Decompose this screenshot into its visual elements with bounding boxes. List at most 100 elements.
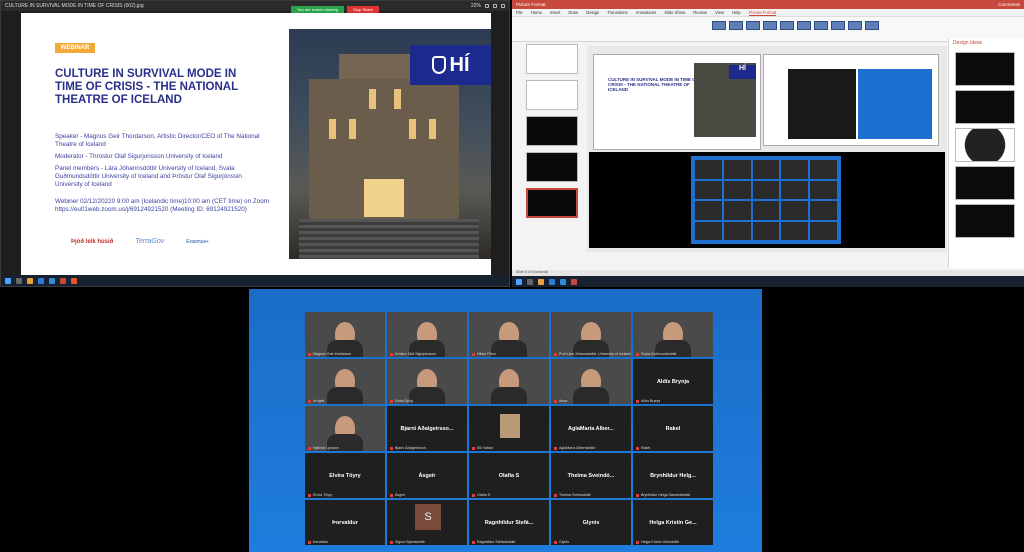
maximize-icon[interactable] [493, 4, 497, 8]
participant-tile[interactable]: Edda Björg [387, 359, 467, 404]
participant-tile[interactable]: Hjálmar Ljósson [305, 406, 385, 451]
participant-name-tag: Thelma Sveinsdóttir [554, 493, 591, 497]
ribbon-tab[interactable]: Animations [636, 10, 657, 15]
poster-webinar-info: Webiner 02/12/20220 9:00 am (Icelandic t… [55, 198, 269, 213]
folder-icon[interactable] [538, 278, 544, 285]
design-idea[interactable] [955, 90, 1015, 124]
participant-name-tag: Hjálmar Ljósson [308, 446, 339, 450]
slide-thumb[interactable] [526, 44, 578, 74]
participant-tile[interactable]: Ásgeir Ásgeir [387, 453, 467, 498]
pasted-zoom-screenshot[interactable] [589, 152, 945, 248]
ribbon-tab[interactable]: Draw [568, 10, 578, 15]
participant-display-name: Rakel [665, 425, 681, 432]
ribbon-tabs: File Home Insert Draw Design Transitions Anima… [512, 9, 1024, 17]
participant-tile[interactable]: Þröstur Olaf Sigurjónsson [387, 312, 467, 357]
start-icon[interactable] [5, 277, 11, 284]
poster-headline: CULTURE IN SURVIVAL MODE IN TIME OF CRIS… [55, 68, 238, 106]
comments-button[interactable]: Comments [998, 2, 1020, 7]
participant-tile[interactable]: Anna [551, 359, 631, 404]
participant-display-name: Bjarni Aðalgeirsso... [400, 425, 454, 432]
ribbon-tab[interactable]: Review [693, 10, 707, 15]
zoom-icon[interactable] [49, 277, 55, 284]
participant-tile[interactable]: AglaMaría Alber... AglaMaría Albertsdótti… [551, 406, 631, 451]
avatar: S [415, 504, 441, 530]
zoom-level[interactable]: 22% [471, 3, 481, 9]
slide-canvas[interactable]: CULTURE IN SURVIVAL MODE IN TIME OF CRIS… [587, 46, 947, 252]
webinar-badge: WEBINAR [55, 43, 95, 53]
edge-icon[interactable] [38, 277, 44, 284]
pasted-screenshot[interactable] [763, 54, 939, 146]
participant-display-name: Ragnhildur Stefá... [484, 519, 534, 526]
ribbon-tab[interactable]: View [715, 10, 724, 15]
ribbon-tab[interactable]: Insert [550, 10, 560, 15]
slide-thumb[interactable] [526, 152, 578, 182]
slide-thumb[interactable] [526, 116, 578, 146]
slide-thumb-selected[interactable] [526, 188, 578, 218]
slide-thumb[interactable] [526, 80, 578, 110]
picture-styles-gallery[interactable] [712, 21, 879, 30]
participant-tile[interactable]: Þorvaldur Þorvaldur [305, 500, 385, 545]
ribbon-tab[interactable]: Transitions [607, 10, 627, 15]
ribbon-tab[interactable]: Picture Format [748, 10, 777, 16]
participant-display-name: Helga Kristín Ge... [649, 519, 697, 526]
edge-icon[interactable] [549, 278, 555, 285]
participant-tile[interactable]: Helga Kristín Ge... Helga Kristín Geirsdó… [633, 500, 713, 545]
participant-name-tag: Olafía S [472, 493, 490, 497]
participant-tile[interactable]: Magnús Geir Þórðarson [305, 312, 385, 357]
university-of-iceland-logo: HÍ [410, 45, 491, 85]
zoom-gallery: Magnús Geir Þórðarson Þröstur Olaf Sigurj… [305, 312, 715, 550]
zoom-icon[interactable] [560, 278, 566, 285]
theatre-photo: HÍ [289, 29, 491, 259]
powerpoint-window: Picture Format Comments File Home Insert Dr… [512, 0, 1024, 287]
powerpoint-icon[interactable] [60, 277, 66, 284]
ribbon-tab[interactable]: Help [732, 10, 741, 15]
participant-tile[interactable]: Glynis Glynis [551, 500, 631, 545]
participant-display-name: Glynis [582, 519, 600, 526]
participant-tile[interactable] [469, 359, 549, 404]
participant-tile[interactable]: Ragnhildur Stefá... Ragnhildur Stefánsdót… [469, 500, 549, 545]
national-theatre-logo: Þjóð leik húsið [71, 238, 114, 245]
ribbon-tab[interactable]: Design [586, 10, 599, 15]
folder-icon[interactable] [27, 277, 33, 284]
participant-tile[interactable]: Elvíra Töyry Elvíra Töyry [305, 453, 385, 498]
participant-name-tag: Magnús Geir Þórðarson [308, 352, 351, 356]
participant-tile[interactable]: Olafía S Olafía S [469, 453, 549, 498]
taskbar [1, 275, 509, 286]
close-icon[interactable] [501, 4, 505, 8]
design-ideas-title: Design Ideas [953, 40, 983, 46]
start-icon[interactable] [516, 278, 522, 285]
design-idea[interactable] [955, 166, 1015, 200]
ribbon-tab[interactable]: File [516, 10, 523, 15]
ribbon-tab[interactable]: Home [531, 10, 542, 15]
search-icon[interactable] [527, 278, 533, 285]
design-idea[interactable] [955, 128, 1015, 162]
participant-tile[interactable]: Aldís Brynja Aldís Brynja [633, 359, 713, 404]
design-idea[interactable] [955, 204, 1015, 238]
participant-name-tag: Brynhildur Helga Samúelsdóttir [636, 493, 691, 497]
participant-name-tag: Prof Lára Jóhannsdóttir, University of I… [554, 352, 631, 356]
participant-tile[interactable]: Svala Guðmundsdóttir [633, 312, 713, 357]
minimize-icon[interactable] [485, 4, 489, 8]
participant-tile[interactable]: Thelma Sveindó... Thelma Sveinsdóttir [551, 453, 631, 498]
participant-tile[interactable]: Rakel Rakel [633, 406, 713, 451]
participant-tile[interactable]: Brynhildur Helg... Brynhildur Helga Samúe… [633, 453, 713, 498]
stop-share-button[interactable]: Stop Share [347, 6, 380, 13]
participant-tile[interactable]: Hildur Pétur [469, 312, 549, 357]
participant-display-name: Thelma Sveindó... [567, 472, 615, 479]
participant-tile[interactable]: Bjarni Aðalgeirsso... Bjarni Aðalgeirsson [387, 406, 467, 451]
search-icon[interactable] [16, 277, 22, 284]
participant-tile[interactable]: Prof Lára Jóhannsdóttir, University of I… [551, 312, 631, 357]
poster-speaker: Speaker - Magnus Geir Thordarson, Artist… [55, 133, 260, 148]
powerpoint-icon[interactable] [571, 278, 577, 285]
viewer-toolbar: 22% [471, 3, 505, 9]
participant-tile[interactable]: Elli Yahan [469, 406, 549, 451]
erasmus-logo: Erasmus+ [186, 238, 209, 245]
participant-name-tag: Hildur Pétur [472, 352, 496, 356]
participant-tile[interactable]: Arngeir [305, 359, 385, 404]
design-idea[interactable] [955, 52, 1015, 86]
pasted-poster[interactable]: CULTURE IN SURVIVAL MODE IN TIME OF CRIS… [593, 54, 761, 150]
participant-tile[interactable]: S Sigrún Bjarnadóttir [387, 500, 467, 545]
chrome-icon[interactable] [71, 277, 77, 284]
participant-display-name: Aldís Brynja [656, 378, 690, 385]
ribbon-tab[interactable]: Slide Show [664, 10, 685, 15]
